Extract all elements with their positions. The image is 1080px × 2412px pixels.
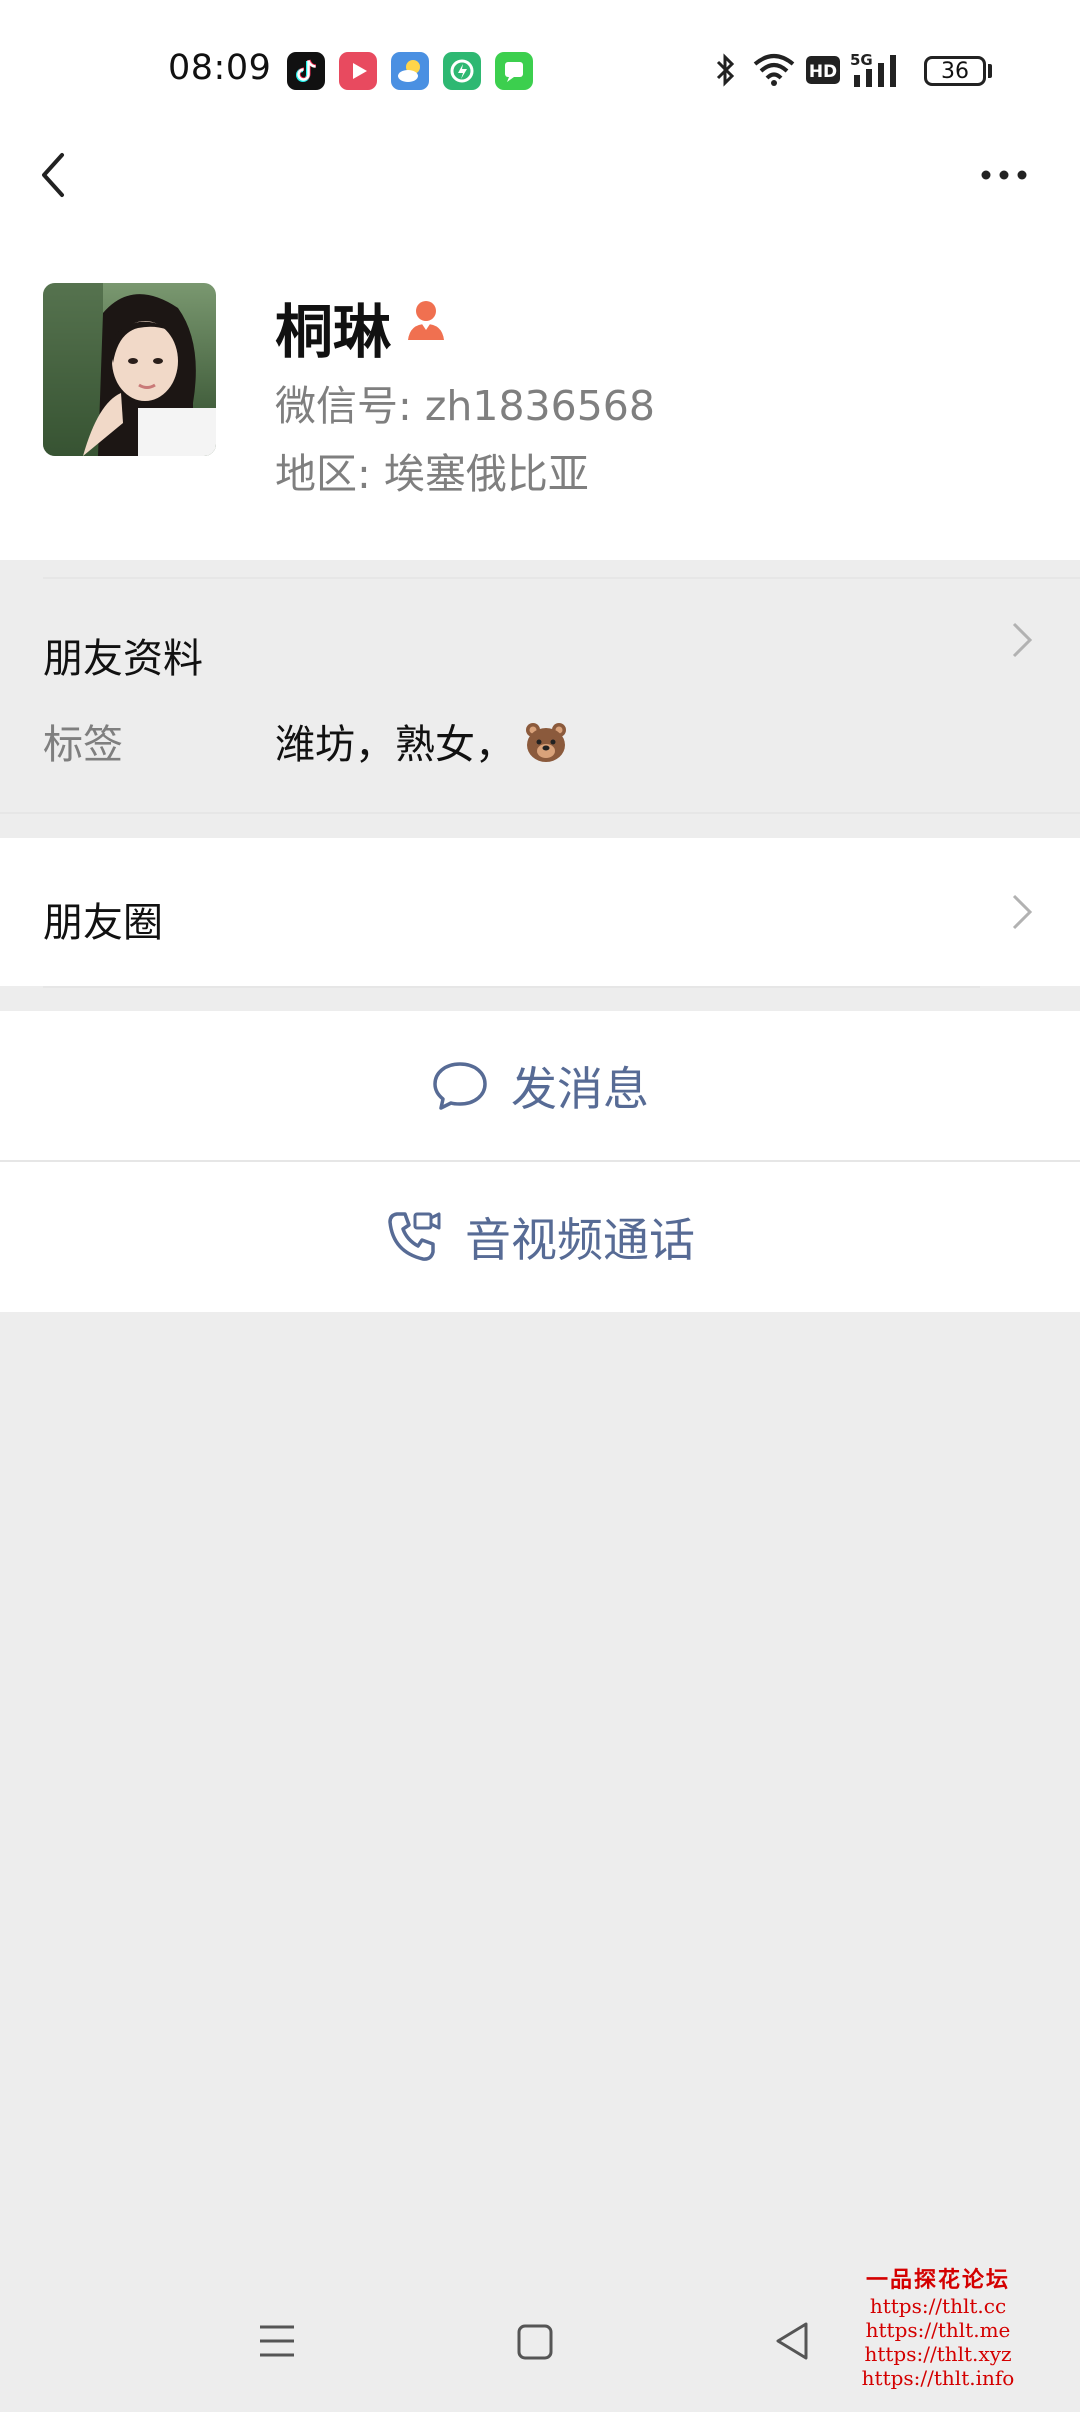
friend-info-title: 朋友资料 [43, 636, 203, 682]
svg-text:5G: 5G [850, 51, 873, 69]
weather-icon [391, 52, 429, 90]
messages-icon [495, 52, 533, 90]
hd-icon: HD [806, 56, 840, 84]
moments-title: 朋友圈 [43, 900, 163, 946]
phone-video-icon [388, 1212, 441, 1261]
back-nav-icon[interactable] [774, 2320, 810, 2362]
tags-text: 潍坊，熟女， [275, 722, 515, 768]
video-icon [339, 52, 377, 90]
chat-bubble-icon [433, 1061, 487, 1110]
menu-nav-icon[interactable] [258, 2322, 296, 2360]
divider [0, 812, 1080, 814]
chevron-right-icon [1012, 622, 1033, 658]
bear-emoji-icon [526, 723, 566, 762]
tags-value: 潍坊，熟女， [275, 712, 569, 770]
female-badge-icon [408, 301, 444, 340]
chevron-right-icon [1012, 894, 1033, 930]
watermark-url: https://thlt.me [865, 2318, 1011, 2342]
security-icon [443, 52, 481, 90]
moments-row[interactable]: 朋友圈 [0, 838, 1080, 986]
video-call-button[interactable]: 音视频通话 [0, 1162, 1080, 1312]
friend-info-row[interactable]: 朋友资料 [0, 578, 1080, 812]
tiktok-icon [287, 52, 325, 90]
send-message-button[interactable]: 发消息 [0, 1011, 1080, 1160]
status-time: 08:09 [168, 48, 272, 88]
watermark-url: https://thlt.cc [869, 2294, 1007, 2318]
watermark-url: https://thlt.xyz [864, 2342, 1012, 2366]
signal-icon: 5G [850, 51, 896, 87]
video-call-label: 音视频通话 [465, 1213, 695, 1267]
status-icons: HD 5G [712, 50, 900, 90]
home-nav-icon[interactable] [517, 2324, 553, 2360]
watermark-title: 一品探花论坛 [866, 2267, 1011, 2293]
watermark-url: https://thlt.info [861, 2366, 1015, 2390]
divider [43, 986, 980, 988]
back-icon[interactable] [30, 145, 80, 205]
svg-text:HD: HD [809, 62, 837, 82]
avatar[interactable] [43, 283, 216, 456]
tags-label: 标签 [43, 722, 123, 768]
region: 地区: 埃塞俄比亚 [275, 450, 589, 498]
wechat-id: 微信号: zh1836568 [275, 382, 655, 430]
wifi-icon [753, 54, 795, 86]
profile-name: 桐琳 [275, 298, 392, 366]
bluetooth-icon [716, 53, 735, 87]
more-options-icon[interactable] [978, 160, 1030, 190]
battery-tip [988, 64, 992, 78]
send-message-label: 发消息 [511, 1061, 649, 1116]
battery-indicator: 36 [924, 56, 986, 86]
